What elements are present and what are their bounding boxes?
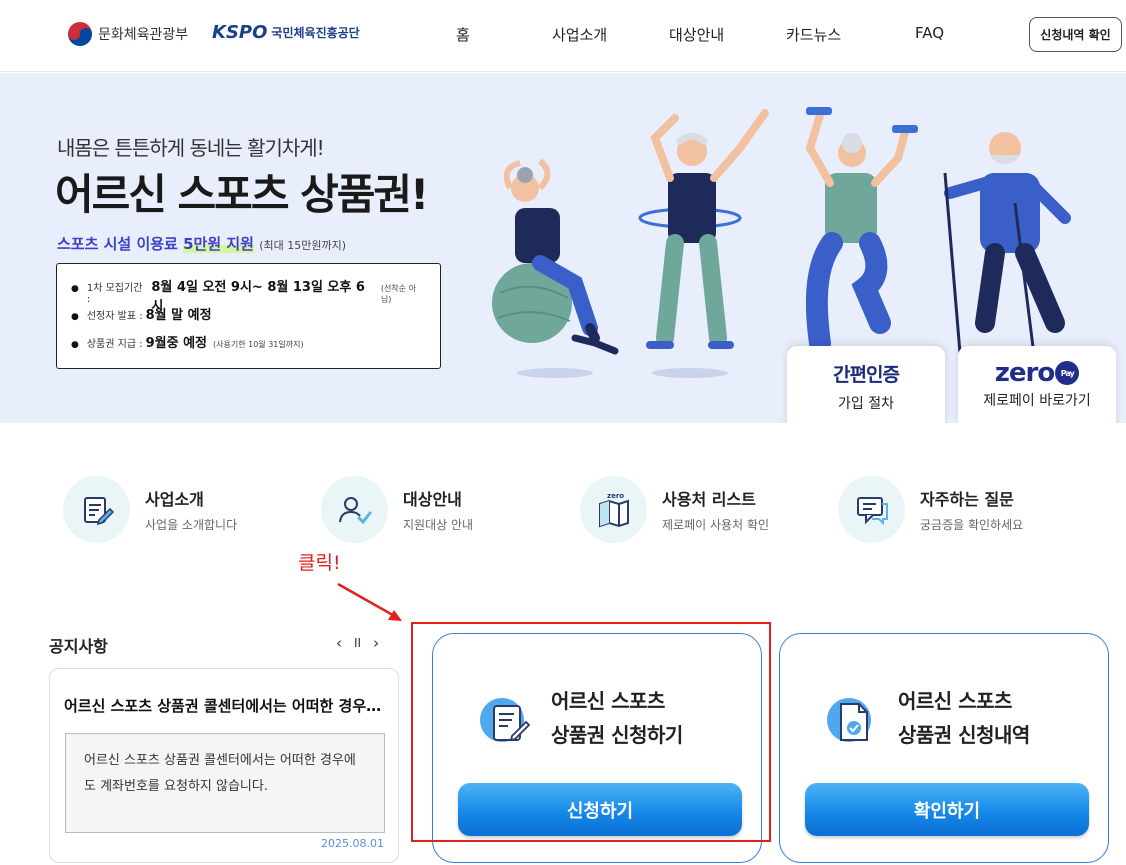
document-pen-icon: [63, 476, 130, 543]
kspo-mark: KSPO: [212, 22, 268, 43]
application-history-icon: [827, 698, 871, 742]
notice-controls: ‹ II ›: [336, 634, 379, 652]
notice-body: 어르신 스포츠 상품권 콜센터에서는 어떠한 경우에도 계좌번호를 요청하지 않…: [65, 733, 385, 833]
hero-support-line: 스포츠 시설 이용료 5만원 지원 (최대 15만원까지): [57, 233, 346, 254]
schedule-label: 1차 모집기간 :: [86, 283, 143, 305]
apply-card-line1: 어르신 스포츠: [551, 689, 665, 713]
menu-desc: 지원대상 안내: [403, 518, 474, 532]
zeropay-card[interactable]: zero Pay 제로페이 바로가기: [958, 346, 1116, 423]
confirm-button[interactable]: 확인하기: [805, 783, 1089, 836]
support-highlight: 5만원 지원: [183, 235, 254, 253]
menu-desc: 궁금증을 확인하세요: [920, 518, 1024, 532]
bullet-icon: ●: [71, 312, 79, 322]
site-header: 문화체육관광부 KSPO 국민체육진흥공단 홈 사업소개 대상안내 카드뉴스 F…: [0, 0, 1126, 72]
notice-card[interactable]: 어르신 스포츠 상품권 콜센터에서는 어떠한 경우에도 계좌번호를 요청하지 않…: [49, 668, 399, 863]
history-check-button[interactable]: 신청내역 확인: [1029, 17, 1122, 52]
schedule-value: 8월 말 예정: [145, 308, 212, 323]
map-icon: zero: [580, 476, 647, 543]
nav-about[interactable]: 사업소개: [552, 24, 607, 45]
bullet-icon: ●: [71, 284, 79, 294]
zeropay-logo: zero Pay: [994, 358, 1080, 388]
notice-headline[interactable]: 어르신 스포츠 상품권 콜센터에서는 어떠한 경우에도 계좌번호를 요청하지 않…: [64, 695, 384, 716]
simple-auth-card[interactable]: 간편인증 가입 절차: [787, 346, 945, 423]
support-prefix: 스포츠 시설 이용료: [57, 235, 184, 253]
kspo-logo[interactable]: KSPO 국민체육진흥공단: [212, 22, 360, 43]
nav-card-news[interactable]: 카드뉴스: [786, 24, 841, 45]
zeropay-label: 제로페이 바로가기: [983, 393, 1091, 409]
notice-date: 2025.08.01: [321, 837, 384, 850]
schedule-note: (선착순 아님): [380, 284, 416, 304]
menu-merchant-list[interactable]: zero 사용처 리스트 제로페이 사용처 확인: [580, 476, 769, 543]
schedule-value: 9월중 예정: [145, 336, 208, 351]
menu-about[interactable]: 사업소개 사업을 소개합니다: [63, 476, 237, 543]
history-card-line2: 상품권 신청내역: [898, 723, 1030, 747]
nav-home[interactable]: 홈: [456, 24, 470, 45]
schedule-row: ● 상품권 지급 : 9월중 예정 (사용기한 10월 31일까지): [71, 332, 426, 360]
zeropay-logo-text: zero: [994, 358, 1055, 388]
support-note: (최대 15만원까지): [259, 239, 346, 252]
history-card-text: 어르신 스포츠 상품권 신청내역: [898, 684, 1030, 752]
menu-desc: 사업을 소개합니다: [145, 518, 238, 532]
nav-eligibility[interactable]: 대상안내: [669, 24, 724, 45]
history-card: 어르신 스포츠 상품권 신청내역 확인하기: [779, 633, 1109, 863]
annotation-arrow-icon: [337, 582, 402, 621]
hero-title: 어르신 스포츠 상품권!: [55, 170, 429, 219]
chevron-right-icon[interactable]: ›: [373, 634, 379, 652]
menu-title: 사용처 리스트: [662, 490, 756, 509]
menu-title: 사업소개: [145, 490, 204, 509]
hero-banner: 내몸은 튼튼하게 동네는 활기차게! 어르신 스포츠 상품권! 스포츠 시설 이…: [0, 73, 1126, 423]
schedule-box: ● 1차 모집기간 : 8월 4일 오전 9시~ 8월 13일 오후 6시 (선…: [56, 263, 441, 369]
bullet-icon: ●: [71, 340, 79, 350]
click-annotation: 클릭!: [298, 552, 341, 574]
ministry-logo[interactable]: 문화체육관광부: [68, 22, 188, 46]
schedule-row: ● 1차 모집기간 : 8월 4일 오전 9시~ 8월 13일 오후 6시 (선…: [71, 276, 426, 314]
map-icon-label: zero: [607, 492, 624, 500]
application-form-icon: [480, 698, 531, 742]
history-card-line1: 어르신 스포츠: [898, 689, 1012, 713]
simple-auth-label: 가입 절차: [838, 396, 894, 412]
menu-faq[interactable]: 자주하는 질문 궁금증을 확인하세요: [838, 476, 1023, 543]
menu-title: 대상안내: [403, 490, 462, 509]
schedule-label: 선정자 발표 :: [86, 311, 143, 322]
simple-auth-title: 간편인증: [833, 364, 900, 386]
notice-section-title: 공지사항: [49, 637, 108, 656]
apply-card: 어르신 스포츠 상품권 신청하기 신청하기: [432, 633, 762, 863]
ministry-name: 문화체육관광부: [98, 27, 189, 43]
menu-desc: 제로페이 사용처 확인: [662, 518, 769, 532]
chevron-left-icon[interactable]: ‹: [336, 634, 342, 652]
nav-faq[interactable]: FAQ: [915, 24, 944, 42]
zeropay-badge: Pay: [1055, 361, 1080, 385]
taegeuk-icon: [68, 22, 92, 46]
apply-card-text: 어르신 스포츠 상품권 신청하기: [551, 684, 683, 752]
menu-eligibility[interactable]: 대상안내 지원대상 안내: [321, 476, 473, 543]
user-check-icon: [321, 476, 388, 543]
kspo-name: 국민체육진흥공단: [271, 26, 360, 40]
schedule-label: 상품권 지급 :: [86, 339, 143, 350]
hero-subtitle: 내몸은 튼튼하게 동네는 활기차게!: [57, 136, 325, 160]
schedule-note: (사용기한 10월 31일까지): [213, 340, 304, 349]
apply-button[interactable]: 신청하기: [458, 783, 742, 836]
chat-icon: [838, 476, 905, 543]
apply-card-line2: 상품권 신청하기: [551, 723, 683, 747]
pause-icon[interactable]: II: [354, 636, 361, 652]
menu-title: 자주하는 질문: [920, 490, 1014, 509]
